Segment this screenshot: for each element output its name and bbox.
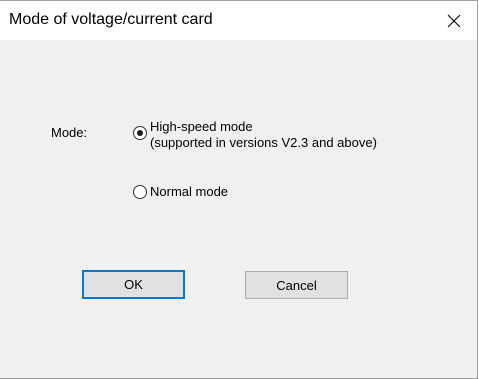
normal-mode-label[interactable]: Normal mode	[150, 184, 228, 200]
cancel-button[interactable]: Cancel	[245, 271, 348, 299]
high-speed-mode-label[interactable]: High-speed mode	[150, 119, 253, 135]
window-title: Mode of voltage/current card	[9, 11, 213, 28]
dialog-window: Mode of voltage/current card Mode: High-…	[0, 0, 478, 379]
mode-label: Mode:	[51, 125, 88, 140]
high-speed-mode-radio[interactable]	[133, 126, 147, 140]
normal-mode-radio[interactable]	[133, 185, 147, 199]
high-speed-mode-note[interactable]: (supported in versions V2.3 and above)	[150, 135, 377, 151]
radio-selected-dot	[137, 130, 143, 136]
ok-button[interactable]: OK	[82, 270, 185, 299]
close-icon	[447, 14, 461, 28]
dialog-body: Mode: High-speed mode (supported in vers…	[0, 40, 477, 378]
close-button[interactable]	[431, 1, 477, 40]
title-bar[interactable]: Mode of voltage/current card	[0, 1, 477, 40]
